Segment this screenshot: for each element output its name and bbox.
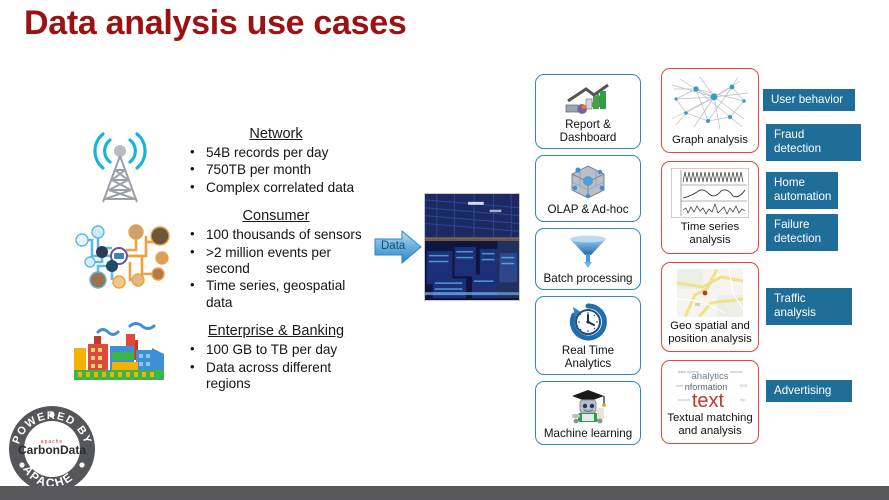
status-badge-advertising[interactable]: Advertising	[766, 380, 852, 403]
clock-refresh-icon	[569, 303, 607, 341]
network-graph-icon	[670, 75, 750, 131]
source-bullet-list: 54B records per day 750TB per month Comp…	[186, 144, 366, 196]
status-badge-user-behavior[interactable]: User behavior	[763, 89, 855, 112]
data-center-photo	[424, 193, 520, 301]
card-label: Geo spatial and position analysis	[668, 319, 752, 345]
source-bullet-list: 100 thousands of sensors >2 million even…	[186, 226, 366, 311]
svg-text:nlp: nlp	[740, 397, 746, 402]
card-batch-processing[interactable]: Batch processing	[535, 227, 641, 290]
svg-text:CarbonData: CarbonData	[18, 443, 86, 457]
card-machine-learning[interactable]: Machine learning	[535, 381, 641, 446]
card-label: Time series analysis	[680, 221, 740, 247]
svg-text:text: text	[740, 383, 748, 388]
card-olap-adhoc[interactable]: OLAP & Ad-hoc	[535, 155, 641, 222]
status-badge-fraud-detection[interactable]: Fraud detection	[766, 124, 861, 161]
status-badge-failure-detection[interactable]: Failure detection	[766, 214, 838, 251]
source-group-consumer: Consumer 100 thousands of sensors >2 mil…	[186, 208, 366, 311]
source-group-network: Network 54B records per day 750TB per mo…	[186, 126, 366, 196]
olap-cube-icon	[571, 165, 605, 199]
data-arrow-label: Data	[381, 240, 406, 252]
graduate-robot-icon	[572, 390, 606, 424]
list-item: 100 thousands of sensors	[186, 226, 366, 243]
analysis-card-column: Graph analysis Time series analysis Geo …	[661, 68, 759, 452]
bar-chart-report-icon	[565, 83, 609, 114]
svg-text:corpus: corpus	[678, 397, 690, 402]
footer-bar	[0, 486, 889, 500]
svg-text:web: web	[676, 383, 684, 388]
list-item: 100 GB to TB per day	[186, 341, 366, 358]
card-label: Graph analysis	[672, 134, 748, 146]
svg-text:search: search	[730, 369, 742, 374]
funnel-icon	[570, 235, 606, 268]
list-item: Complex correlated data	[186, 179, 366, 196]
list-item: 750TB per month	[186, 161, 366, 178]
list-item: Data across different regions	[186, 359, 366, 393]
card-graph-analysis[interactable]: Graph analysis	[661, 68, 759, 154]
card-report-dashboard[interactable]: Report & Dashboard	[535, 74, 641, 150]
processing-card-column: Report & Dashboard OLAP & Ad-hoc Batch p…	[535, 74, 641, 451]
status-badge-traffic-analysis[interactable]: Traffic analysis	[766, 288, 852, 325]
factory-icon	[74, 322, 164, 380]
svg-text:data mining: data mining	[678, 369, 699, 374]
cell-tower-icon	[93, 132, 147, 203]
card-label: Textual matching and analysis	[667, 412, 753, 438]
card-textual-analysis[interactable]: analytics data mining search nformation …	[661, 360, 759, 445]
source-heading: Consumer	[242, 208, 310, 225]
list-item: Time series, geospatial data	[186, 277, 366, 311]
source-heading: Network	[249, 126, 303, 142]
word-cloud-icon: analytics data mining search nformation …	[670, 367, 750, 410]
list-item: 54B records per day	[186, 144, 366, 161]
card-label: Report & Dashboard	[559, 118, 617, 145]
apache-carbondata-logo: POWERED BY APACHE apache CarbonData	[9, 406, 95, 492]
slide-canvas: Data analysis use cases Network • 54B re…	[0, 0, 889, 500]
svg-text:text: text	[692, 390, 725, 409]
time-series-plot-icon	[671, 168, 749, 219]
iot-network-icon	[75, 224, 170, 289]
data-sources-text: Network 54B records per day 750TB per mo…	[186, 126, 366, 404]
card-label: OLAP & Ad-hoc	[547, 203, 629, 217]
card-real-time-analytics[interactable]: Real Time Analytics	[535, 295, 641, 376]
source-bullet-list: 100 GB to TB per day Data across differe…	[186, 341, 366, 393]
card-label: Real Time Analytics	[561, 343, 615, 371]
card-geo-spatial-analysis[interactable]: Geo spatial and position analysis	[661, 261, 759, 353]
card-time-series-analysis[interactable]: Time series analysis	[661, 161, 759, 254]
card-label: Batch processing	[543, 271, 633, 285]
map-icon	[677, 268, 743, 317]
source-group-enterprise-banking: Enterprise & Banking 100 GB to TB per da…	[186, 323, 366, 392]
card-label: Machine learning	[543, 427, 633, 441]
status-badge-home-automation[interactable]: Home automation	[766, 172, 838, 209]
source-heading: Enterprise & Banking	[207, 323, 345, 340]
list-item: >2 million events per second	[186, 244, 366, 278]
page-title: Data analysis use cases	[24, 4, 407, 42]
